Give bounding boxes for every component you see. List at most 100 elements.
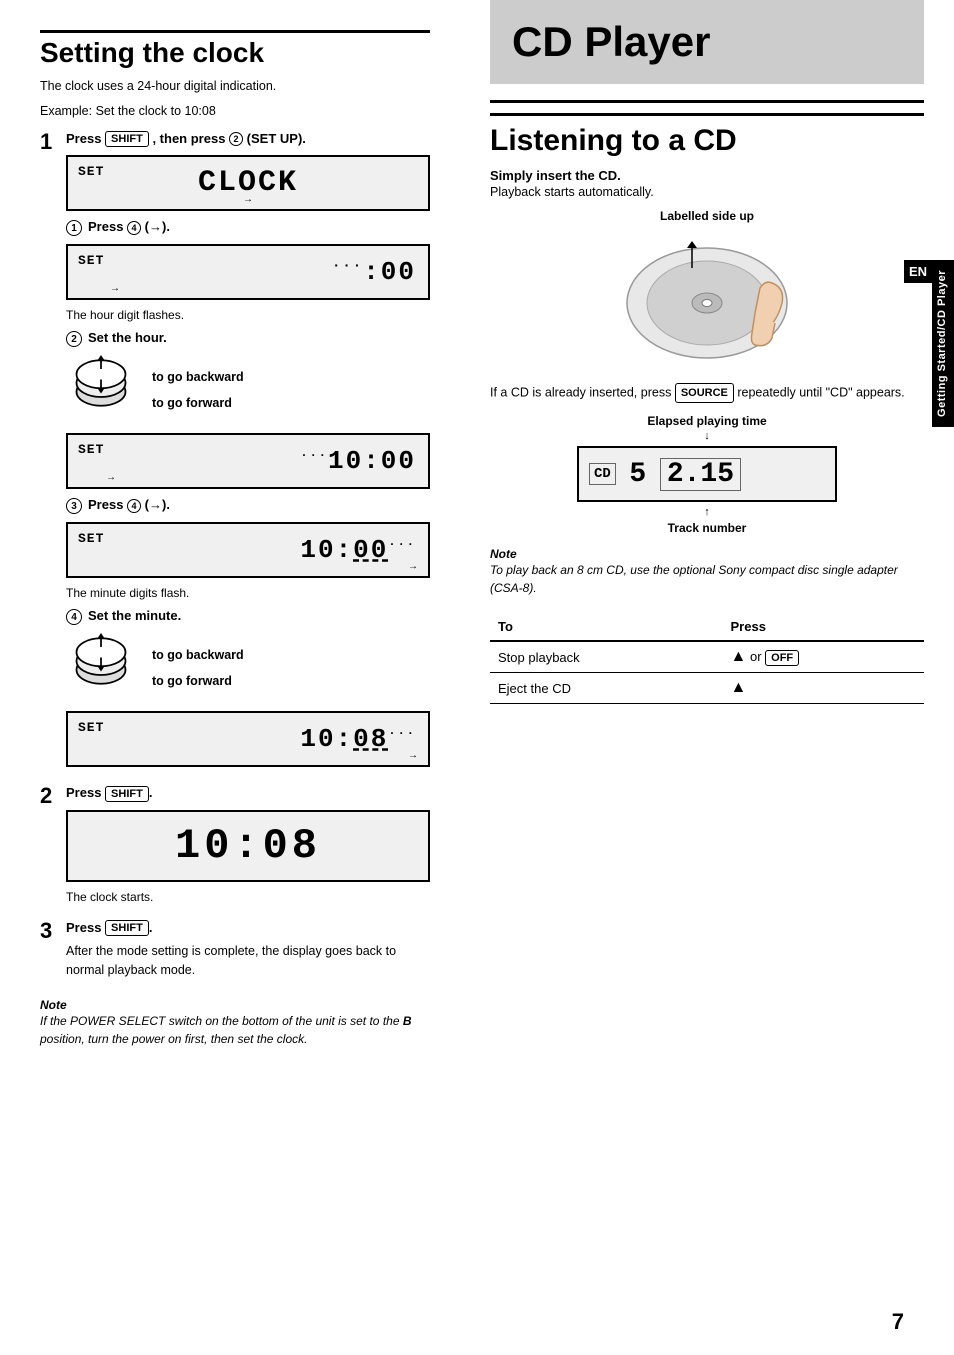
right-note-text: To play back an 8 cm CD, use the optiona… [490, 561, 924, 597]
note-title: Note [40, 998, 430, 1012]
cd-player-header: CD Player [490, 0, 924, 84]
hour-part-2: 10: [300, 724, 353, 754]
right-column: CD Player Listening to a CD Simply inser… [460, 0, 954, 1355]
large-clock-digits: 10:08 [175, 822, 321, 870]
elapsed-label: Elapsed playing time [647, 414, 766, 428]
cd-illustration [490, 233, 924, 373]
track-label: Track number [668, 521, 747, 535]
note-text: If the POWER SELECT switch on the bottom… [40, 1012, 430, 1048]
substep-3-press: Press [88, 497, 123, 512]
min-set-part: 08 [353, 724, 388, 754]
arrow-4: → [408, 561, 418, 572]
display-10-00: SET ···10:00 → [66, 433, 430, 489]
source-text: If a CD is already inserted, press SOURC… [490, 383, 924, 404]
large-clock-display: 10:08 [66, 810, 430, 882]
table-row: Stop playback ▲ or OFF [490, 641, 924, 673]
substep-4: 4 Set the minute. [66, 608, 430, 625]
row2-action: Eject the CD [490, 673, 723, 704]
display-hour: SET ···:00 → [66, 244, 430, 300]
minute-flash-digits: 10:00··· [300, 535, 416, 565]
substep-4-num: 4 [66, 609, 82, 625]
substep-1: 1 Press 4 (→). [66, 219, 430, 236]
info-table: To Press Stop playback ▲ or OFF Eject th… [490, 613, 924, 704]
page-container: Setting the clock The clock uses a 24-ho… [0, 0, 954, 1355]
right-note-title: Note [490, 547, 924, 561]
bold-b: B [403, 1014, 412, 1028]
knob-icon-minute [66, 633, 136, 703]
step-2-press: Press [66, 785, 101, 800]
eject-icon-2: ▲ [731, 679, 747, 696]
substep-1-num: 1 [66, 220, 82, 236]
step-3: 3 Press SHIFT. After the mode setting is… [40, 920, 430, 986]
display-clock: SET CLOCK → [66, 155, 430, 211]
source-text-2: repeatedly until "CD" appears. [737, 385, 904, 399]
source-text-1: If a CD is already inserted, press [490, 385, 671, 399]
page-number: 7 [892, 1309, 904, 1335]
knob-fwd-label: to go forward [152, 396, 244, 410]
arrow-3: → [106, 472, 116, 483]
labelled-side-label: Labelled side up [490, 208, 924, 223]
eject-icon-1: ▲ [731, 648, 747, 665]
display-10-08: SET 10:08··· → [66, 711, 430, 767]
knob-hour: to go backward to go forward [66, 355, 430, 425]
set-label-3: SET [78, 442, 104, 457]
table-head: To Press [490, 613, 924, 641]
step-1-press-text: Press [66, 131, 101, 146]
knob-hour-labels: to go backward to go forward [152, 370, 244, 410]
example-text: Example: Set the clock to 10:08 [40, 102, 430, 121]
then-press-text: , then press [152, 131, 225, 146]
source-key-badge: SOURCE [675, 383, 734, 404]
hour-set-value: ···10:00 [300, 446, 416, 476]
step-2-number: 2 [40, 785, 58, 807]
min-part: 00 [353, 535, 388, 565]
knob-back-label: to go backward [152, 370, 244, 384]
arrow-2: → [110, 283, 120, 294]
step-3-period: . [149, 920, 153, 935]
right-note: Note To play back an 8 cm CD, use the op… [490, 547, 924, 597]
set-label-5: SET [78, 720, 104, 735]
step-3-press: Press [66, 920, 101, 935]
cd-player-title: CD Player [512, 18, 902, 66]
substep-2-label: Set the hour. [88, 330, 167, 345]
cd-display-container: CD 5 2.15 [490, 446, 924, 502]
arrow-1: → [243, 194, 253, 205]
table-body: Stop playback ▲ or OFF Eject the CD ▲ [490, 641, 924, 704]
hour-flash-note: The hour digit flashes. [66, 308, 430, 322]
set-label-4: SET [78, 531, 104, 546]
col-to: To [490, 613, 723, 641]
substep-2-num: 2 [66, 331, 82, 347]
step-2-content: Press SHIFT. 10:08 The clock starts. [66, 785, 430, 910]
sidebar-tab: Getting Started/CD Player [932, 260, 954, 427]
table-row-2: Eject the CD ▲ [490, 673, 924, 704]
set-label-2: SET [78, 253, 104, 268]
substep-3: 3 Press 4 (→). [66, 497, 430, 514]
step-3-number: 3 [40, 920, 58, 942]
track-label-area: ↑ Track number [490, 506, 924, 535]
minute-set-digits: 10:08··· [300, 724, 416, 754]
intro-text: The clock uses a 24-hour digital indicat… [40, 77, 430, 96]
step-1: 1 Press SHIFT , then press 2 (SET UP). S… [40, 131, 430, 776]
simply-insert: Simply insert the CD. [490, 168, 924, 183]
table-header-row: To Press [490, 613, 924, 641]
elapsed-label-area: Elapsed playing time ↓ [490, 413, 924, 442]
knob-minute-labels: to go backward to go forward [152, 648, 244, 688]
en-badge: EN [904, 260, 932, 283]
flash-ind-4: ··· [388, 726, 416, 740]
substep-2: 2 Set the hour. [66, 330, 430, 347]
knob-fwd-label-2: to go forward [152, 674, 244, 688]
or-text: or [750, 649, 765, 664]
step-2-period: . [149, 785, 153, 800]
section-title: Setting the clock [40, 33, 430, 69]
left-note: Note If the POWER SELECT switch on the b… [40, 998, 430, 1048]
step-1-content: Press SHIFT , then press 2 (SET UP). SET… [66, 131, 430, 776]
step-3-shift-badge: SHIFT [105, 920, 149, 936]
cd-display-box: CD 5 2.15 [577, 446, 837, 502]
step-3-content: Press SHIFT. After the mode setting is c… [66, 920, 430, 986]
substep-3-num: 3 [66, 498, 82, 514]
hour-digits: :00 [363, 257, 416, 287]
row1-action: Stop playback [490, 641, 723, 673]
two-circle: 2 [229, 132, 243, 146]
flash-ind-2: ··· [300, 448, 328, 462]
substep-4-label: Set the minute. [88, 608, 181, 623]
cd-track: 5 [624, 459, 652, 490]
